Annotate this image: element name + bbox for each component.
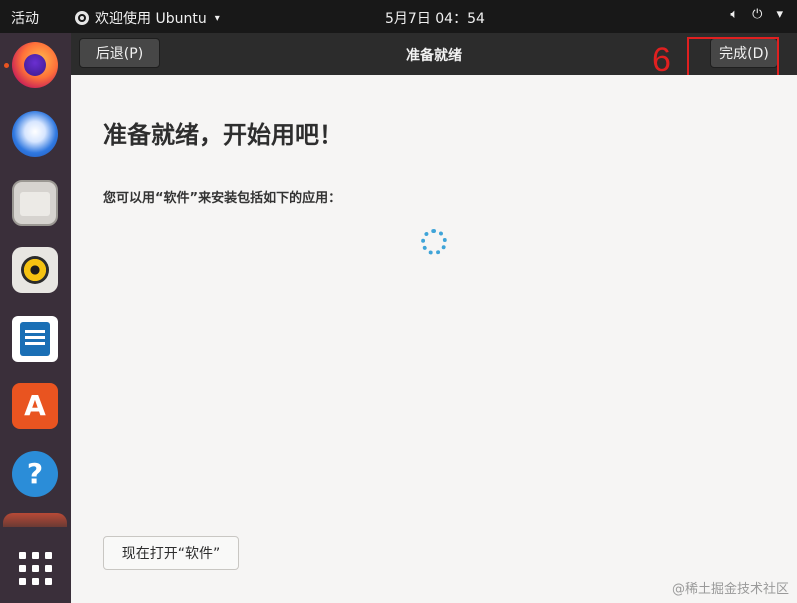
watermark: @稀土掘金技术社区 — [671, 582, 789, 597]
rhythmbox-icon[interactable] — [12, 247, 58, 293]
top-bar: 活动 欢迎使用 Ubuntu ▾ 5月7日 04：54 🔈︎ ⏻ ▾ — [0, 0, 797, 33]
open-software-button[interactable]: 现在打开“软件” — [103, 536, 239, 570]
system-menu[interactable]: 🔈︎ ⏻ ▾ — [730, 7, 783, 22]
firefox-icon[interactable] — [12, 42, 58, 88]
app-menu-label: 欢迎使用 Ubuntu — [95, 11, 207, 27]
show-applications-icon[interactable] — [12, 545, 58, 591]
dock: A ? — [0, 33, 71, 603]
partial-app-icon[interactable] — [3, 513, 67, 527]
files-icon[interactable] — [12, 180, 58, 226]
activities-button[interactable]: 活动 — [11, 8, 39, 28]
libreoffice-writer-icon[interactable] — [12, 316, 58, 362]
volume-icon: 🔈︎ — [730, 7, 739, 22]
loading-spinner-icon — [421, 229, 447, 255]
clock[interactable]: 5月7日 04：54 — [385, 8, 485, 28]
ubuntu-software-icon[interactable]: A — [12, 383, 58, 429]
power-icon: ⏻ — [752, 7, 763, 22]
thunderbird-icon[interactable] — [12, 111, 58, 157]
main-content: 准备就绪，开始用吧！ 您可以用“软件”来安装包括如下的应用： 现在打开“软件” — [71, 75, 797, 603]
help-icon[interactable]: ? — [12, 451, 58, 497]
running-indicator-icon — [4, 63, 9, 68]
annotation-highlight-box — [687, 37, 779, 77]
app-menu[interactable]: 欢迎使用 Ubuntu ▾ — [75, 8, 220, 28]
page-description: 您可以用“软件”来安装包括如下的应用： — [103, 191, 342, 206]
ubuntu-app-icon — [75, 11, 89, 25]
chevron-down-icon: ▾ — [214, 12, 220, 24]
page-heading: 准备就绪，开始用吧！ — [103, 121, 343, 149]
system-menu-chevron-icon: ▾ — [776, 7, 783, 22]
